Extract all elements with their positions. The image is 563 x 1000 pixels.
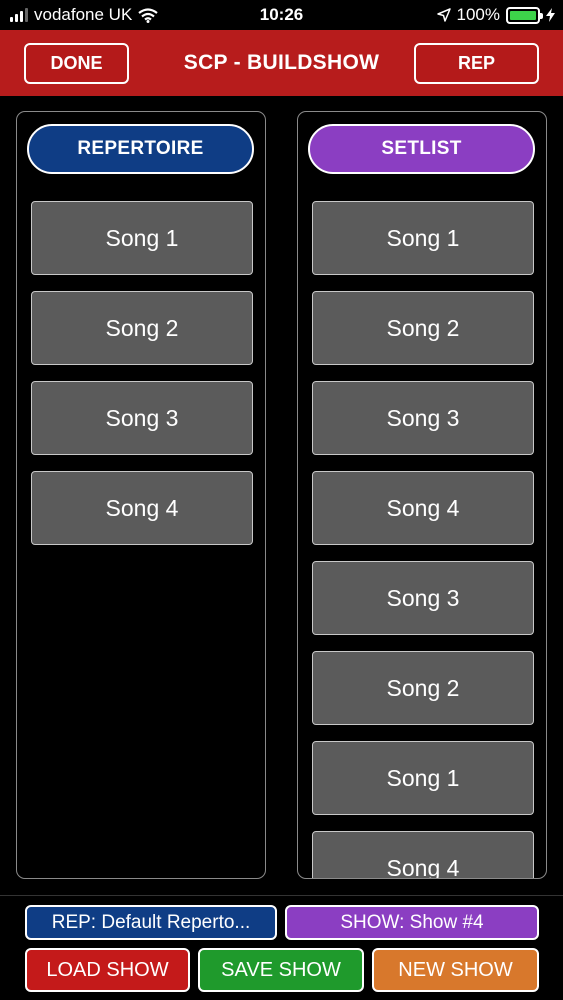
setlist-song-button[interactable]: Song 1 bbox=[312, 741, 534, 815]
repertoire-header[interactable]: REPERTOIRE bbox=[27, 124, 254, 174]
setlist-song-button[interactable]: Song 1 bbox=[312, 201, 534, 275]
load-show-button[interactable]: LOAD SHOW bbox=[25, 948, 190, 992]
setlist-song-button[interactable]: Song 2 bbox=[312, 651, 534, 725]
setlist-song-button[interactable]: Song 3 bbox=[312, 381, 534, 455]
repertoire-song-button[interactable]: Song 3 bbox=[31, 381, 253, 455]
status-right: 100% bbox=[436, 5, 555, 25]
setlist-header[interactable]: SETLIST bbox=[308, 124, 535, 174]
save-show-button[interactable]: SAVE SHOW bbox=[198, 948, 364, 992]
repertoire-selector-button[interactable]: REP: Default Reperto... bbox=[25, 905, 277, 940]
charging-bolt-icon bbox=[546, 8, 555, 22]
repertoire-panel: REPERTOIRE Song 1 Song 2 Song 3 Song 4 bbox=[16, 111, 266, 879]
status-bar: vodafone UK 10:26 100% bbox=[0, 0, 563, 30]
repertoire-song-button[interactable]: Song 1 bbox=[31, 201, 253, 275]
setlist-song-button[interactable]: Song 4 bbox=[312, 471, 534, 545]
setlist-song-button[interactable]: Song 4 bbox=[312, 831, 534, 878]
setlist-panel[interactable]: SETLIST Song 1 Song 2 Song 3 Song 4 Song 3 So… bbox=[297, 111, 547, 879]
rep-button[interactable]: REP bbox=[414, 43, 539, 84]
show-selector-button[interactable]: SHOW: Show #4 bbox=[285, 905, 539, 940]
repertoire-song-button[interactable]: Song 2 bbox=[31, 291, 253, 365]
battery-percent: 100% bbox=[456, 5, 500, 24]
new-show-button[interactable]: NEW SHOW bbox=[372, 948, 539, 992]
battery-icon bbox=[506, 6, 543, 24]
setlist-song-button[interactable]: Song 2 bbox=[312, 291, 534, 365]
repertoire-list: Song 1 Song 2 Song 3 Song 4 bbox=[31, 201, 253, 561]
location-arrow-icon bbox=[436, 8, 451, 22]
repertoire-song-button[interactable]: Song 4 bbox=[31, 471, 253, 545]
setlist-list[interactable]: Song 1 Song 2 Song 3 Song 4 Song 3 Song 2 Song… bbox=[312, 201, 534, 878]
header-bar: DONE SCP - BUILDSHOW REP bbox=[0, 30, 563, 96]
bottom-toolbar: REP: Default Reperto... SHOW: Show #4 LO… bbox=[0, 895, 563, 1000]
setlist-song-button[interactable]: Song 3 bbox=[312, 561, 534, 635]
